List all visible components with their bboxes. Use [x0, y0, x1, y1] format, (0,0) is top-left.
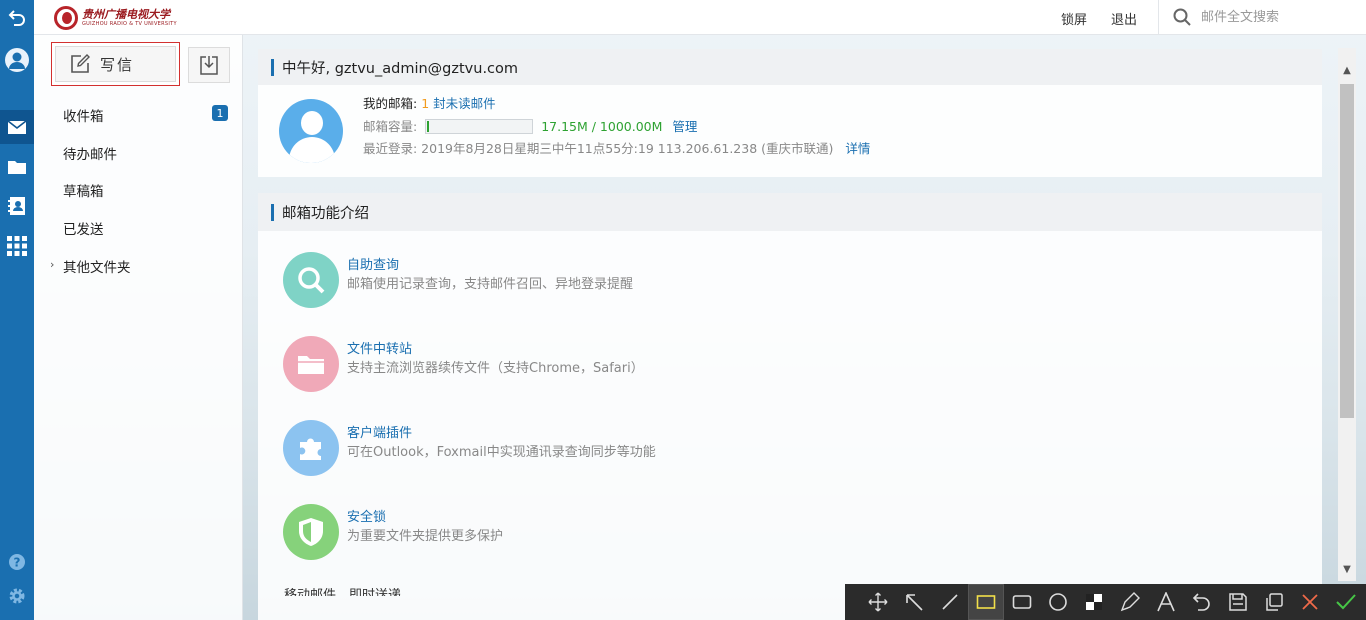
feature-self-query[interactable]: 自助查询 邮箱使用记录查询，支持邮件召回、异地登录提醒	[283, 252, 983, 308]
folder-sent[interactable]: 已发送	[63, 218, 104, 238]
folder-icon[interactable]	[0, 150, 34, 184]
rectangle-icon[interactable]	[1004, 584, 1040, 620]
contacts-icon[interactable]	[0, 189, 34, 223]
inbox-unread-badge: 1	[212, 105, 228, 121]
chevron-right-icon[interactable]: ›	[50, 258, 54, 271]
logo-name-cn: 贵州广播电视大学	[82, 8, 170, 21]
mailbox-label: 我的邮箱:	[363, 96, 418, 111]
feature-desc: 支持主流浏览器续传文件（支持Chrome，Safari）	[347, 361, 644, 376]
capacity-bar	[425, 119, 534, 134]
features-header: 邮箱功能介绍	[258, 193, 1322, 231]
scroll-thumb[interactable]	[1340, 84, 1354, 418]
welcome-header: 中午好, gztvu_admin@gztvu.com	[258, 49, 1322, 85]
pen-icon[interactable]	[1112, 584, 1148, 620]
mailbox-summary: 我的邮箱: 1 封未读邮件	[363, 93, 496, 112]
close-icon[interactable]	[1292, 584, 1328, 620]
move-icon[interactable]	[860, 584, 896, 620]
receive-mail-button[interactable]	[188, 47, 230, 83]
feature-title[interactable]: 安全锁	[347, 506, 386, 525]
text-icon[interactable]	[1148, 584, 1184, 620]
unread-count: 1	[421, 96, 430, 111]
apps-grid-icon[interactable]	[0, 229, 34, 263]
main-content: 中午好, gztvu_admin@gztvu.com 我的邮箱: 1 封未读邮件…	[244, 35, 1366, 620]
shield-icon	[283, 504, 339, 560]
help-icon[interactable]: ?	[0, 545, 34, 579]
user-avatar[interactable]	[279, 99, 343, 163]
top-header: 贵州广播电视大学 GUIZHOU RADIO & TV UNIVERSITY 锁…	[34, 0, 1366, 35]
feature-desc: 为重要文件夹提供更多保护	[347, 529, 504, 544]
ellipse-icon[interactable]	[1040, 584, 1076, 620]
features-panel: 邮箱功能介绍 自助查询 邮箱使用记录查询，支持邮件召回、异地登录提醒 文件中转站…	[258, 193, 1322, 620]
mail-search-input[interactable]	[1201, 7, 1351, 27]
logo-emblem	[54, 6, 78, 30]
feature-desc: 邮箱使用记录查询，支持邮件召回、异地登录提醒	[347, 277, 634, 292]
undo-icon[interactable]	[1184, 584, 1220, 620]
last-login-text: 最近登录: 2019年8月28日星期三中午11点55分:19 113.206.6…	[363, 141, 834, 156]
feature-title[interactable]: 自助查询	[347, 254, 399, 273]
folder-other[interactable]: 其他文件夹	[63, 256, 131, 276]
mobile-mail-text-clipped: 移动邮件，即时送递	[284, 588, 402, 596]
feature-file-transfer[interactable]: 文件中转站 支持主流浏览器续传文件（支持Chrome，Safari）	[283, 336, 983, 392]
login-details-link[interactable]: 详情	[845, 141, 870, 156]
feature-security-lock[interactable]: 安全锁 为重要文件夹提供更多保护	[283, 504, 983, 560]
folder-icon	[283, 336, 339, 392]
scroll-up-icon[interactable]: ▲	[1342, 66, 1352, 76]
confirm-check-icon[interactable]	[1328, 584, 1364, 620]
screenshot-toolbar	[845, 584, 1366, 620]
lock-screen-link[interactable]: 锁屏	[1061, 9, 1087, 28]
greeting-text: 中午好, gztvu_admin@gztvu.com	[282, 60, 519, 77]
features-title: 邮箱功能介绍	[282, 205, 369, 222]
copy-icon[interactable]	[1256, 584, 1292, 620]
unread-mail-link[interactable]: 封未读邮件	[433, 96, 496, 111]
user-avatar-icon[interactable]	[0, 43, 34, 77]
back-icon[interactable]	[0, 0, 34, 34]
feature-client-plugin[interactable]: 客户端插件 可在Outlook，Foxmail中实现通讯录查询同步等功能	[283, 420, 983, 476]
capacity-label: 邮箱容量:	[363, 119, 418, 134]
highlight-rect-icon[interactable]	[968, 584, 1004, 620]
puzzle-icon	[283, 420, 339, 476]
manage-link[interactable]: 管理	[672, 119, 697, 134]
folder-drafts[interactable]: 草稿箱	[63, 180, 104, 200]
compose-label: 写信	[100, 55, 135, 74]
icon-rail: ?	[0, 0, 34, 620]
edit-icon	[71, 54, 90, 73]
search-icon	[283, 252, 339, 308]
compose-button[interactable]: 写信	[51, 42, 180, 86]
download-icon	[200, 56, 218, 75]
capacity-row: 邮箱容量: 17.15M / 1000.00M 管理	[363, 116, 697, 135]
logout-link[interactable]: 退出	[1111, 9, 1137, 28]
feature-desc: 可在Outlook，Foxmail中实现通讯录查询同步等功能	[347, 445, 656, 460]
feature-title[interactable]: 客户端插件	[347, 422, 412, 441]
folder-todo[interactable]: 待办邮件	[63, 143, 117, 163]
feature-title[interactable]: 文件中转站	[347, 338, 412, 357]
scroll-down-icon[interactable]: ▼	[1342, 565, 1352, 575]
settings-gear-icon[interactable]	[0, 579, 34, 613]
save-icon[interactable]	[1220, 584, 1256, 620]
folder-sidebar: 写信 收件箱 1 待办邮件 草稿箱 已发送 › 其他文件夹	[34, 35, 243, 620]
header-divider	[1158, 0, 1159, 35]
folder-inbox[interactable]: 收件箱	[63, 105, 104, 125]
main-scrollbar[interactable]: ▲ ▼	[1338, 48, 1356, 581]
mail-icon[interactable]	[0, 110, 34, 144]
search-icon[interactable]	[1173, 8, 1191, 26]
welcome-panel: 中午好, gztvu_admin@gztvu.com 我的邮箱: 1 封未读邮件…	[258, 49, 1322, 177]
last-login-row: 最近登录: 2019年8月28日星期三中午11点55分:19 113.206.6…	[363, 138, 870, 157]
mosaic-icon[interactable]	[1076, 584, 1112, 620]
logo-name-en: GUIZHOU RADIO & TV UNIVERSITY	[82, 21, 177, 27]
capacity-value: 17.15M / 1000.00M	[541, 119, 663, 134]
line-icon[interactable]	[932, 584, 968, 620]
university-logo: 贵州广播电视大学 GUIZHOU RADIO & TV UNIVERSITY	[54, 4, 180, 32]
svg-text:?: ?	[14, 556, 21, 570]
arrow-pointer-icon[interactable]	[896, 584, 932, 620]
